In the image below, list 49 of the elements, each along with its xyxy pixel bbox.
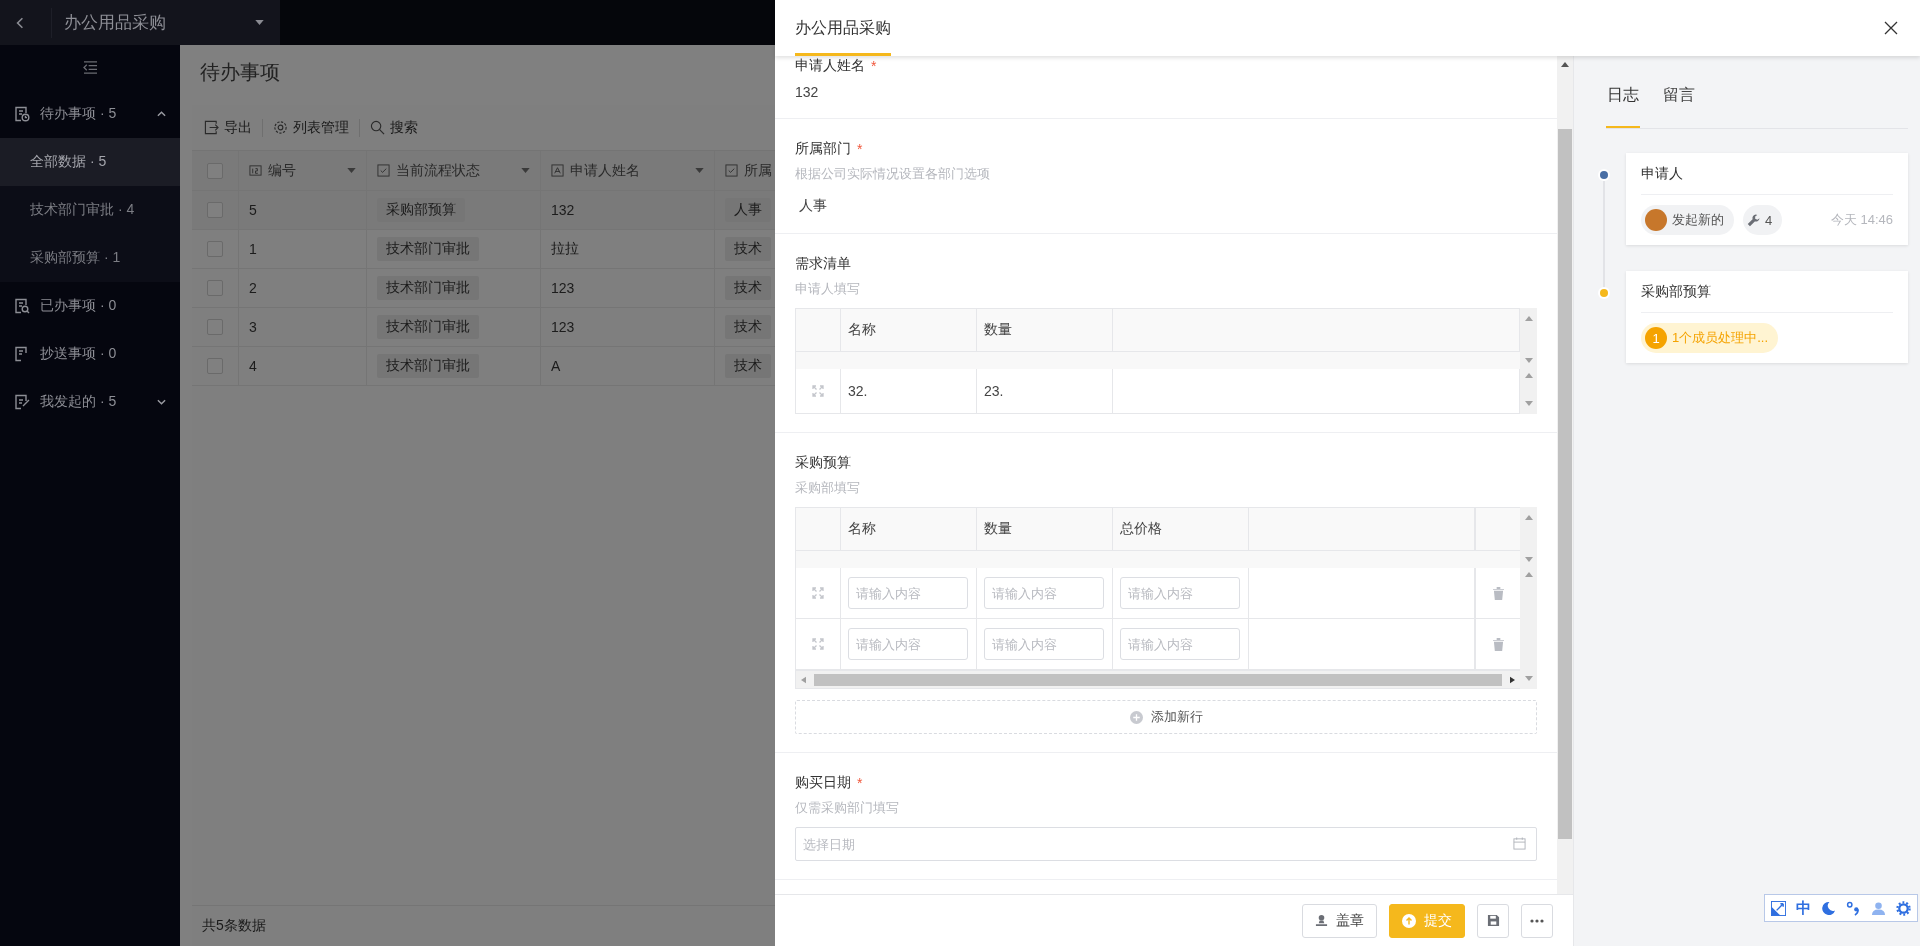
- table-cell: 123: [551, 319, 575, 335]
- table-cell: 123: [551, 280, 575, 296]
- status-tag: 技术: [725, 354, 771, 378]
- required-mark: *: [871, 58, 877, 74]
- table-cell: 132: [551, 202, 575, 218]
- table-cell: 1: [249, 241, 257, 257]
- status-tag: 技术部门审批: [377, 276, 479, 300]
- node-title: 采购部预算: [1641, 271, 1893, 313]
- status-tag: 采购部预算: [377, 198, 465, 222]
- field-label: 需求清单: [795, 255, 851, 273]
- drawer-title: 办公用品采购: [795, 0, 891, 56]
- field-label: 所属部门: [795, 140, 851, 158]
- status-tag: 技术部门审批: [377, 237, 479, 261]
- status-tag: 技术: [725, 315, 771, 339]
- status-tag: 人事: [725, 198, 771, 222]
- status-tag: 技术: [725, 276, 771, 300]
- column-header: 名称: [841, 309, 977, 351]
- table-cell: 23.: [984, 383, 1004, 399]
- required-mark: *: [857, 775, 863, 791]
- column-header: 数量: [977, 309, 1113, 351]
- field-label: 采购预算: [795, 454, 851, 472]
- record-count: 共5条数据: [202, 917, 266, 935]
- field-hint: 采购部填写: [795, 479, 861, 497]
- field-label: 购买日期: [795, 774, 851, 792]
- page-title: 待办事项: [200, 61, 280, 83]
- field-value: 人事: [798, 197, 828, 215]
- node-title: 申请人: [1641, 153, 1893, 195]
- count-badge: 1: [1645, 327, 1667, 349]
- timestamp: 今天 14:46: [1830, 211, 1893, 229]
- table-cell: 2: [249, 280, 257, 296]
- column-header: 名称: [841, 508, 977, 550]
- table-cell: 3: [249, 319, 257, 335]
- field-value: 132: [795, 84, 820, 100]
- column-header: 总价格: [1113, 508, 1249, 550]
- table-cell: A: [551, 358, 561, 374]
- table-cell: 4: [249, 358, 257, 374]
- column-header: 数量: [977, 508, 1113, 550]
- required-mark: *: [857, 141, 863, 157]
- field-hint: 仅需采购部门填写: [795, 799, 900, 817]
- app-title: 办公用品采购: [51, 7, 255, 38]
- field-hint: 申请人填写: [795, 280, 861, 298]
- status-tag: 技术部门审批: [377, 354, 479, 378]
- field-hint: 根据公司实际情况设置各部门选项: [795, 165, 991, 183]
- status-tag: 技术: [725, 237, 771, 261]
- field-label: 申请人姓名: [795, 57, 865, 75]
- table-cell: 32.: [848, 383, 868, 399]
- status-tag: 技术部门审批: [377, 315, 479, 339]
- table-cell: 5: [249, 202, 257, 218]
- table-cell: 拉拉: [551, 240, 579, 258]
